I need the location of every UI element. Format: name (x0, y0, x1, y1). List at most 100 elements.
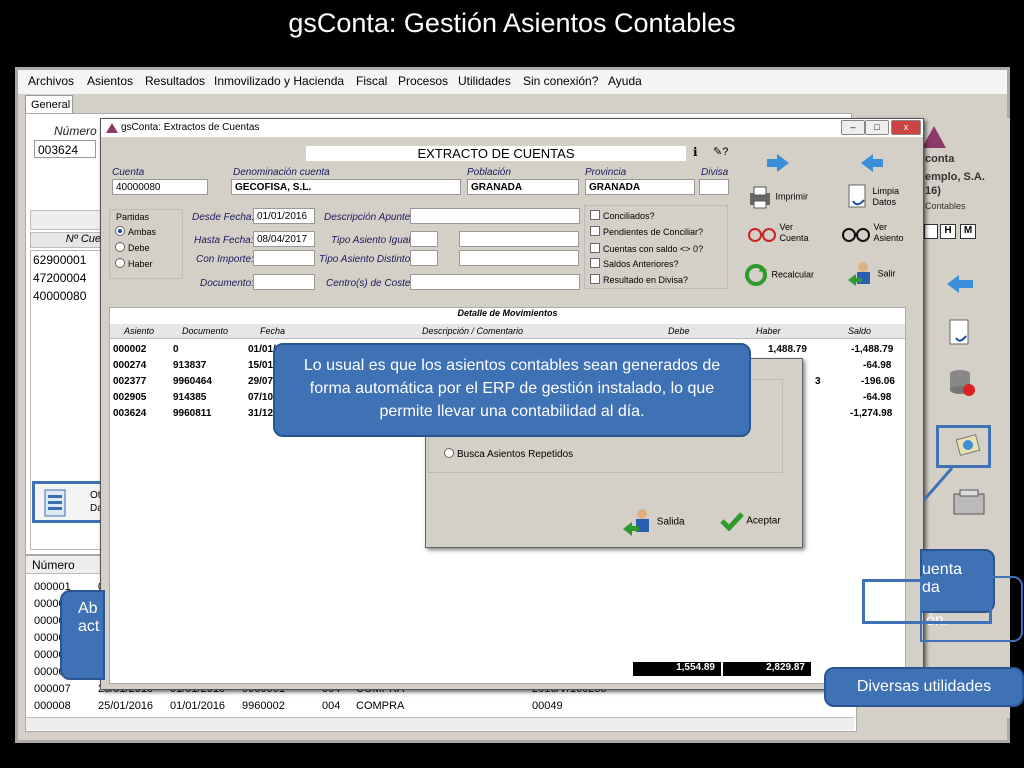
cell: 0 (173, 344, 179, 355)
menu-archivos[interactable]: Archivos (28, 74, 74, 88)
imprimir-button[interactable]: Imprimir (747, 185, 808, 209)
close-button[interactable]: x (891, 120, 921, 135)
check-pendientes[interactable]: Pendientes de Conciliar? (590, 226, 703, 237)
aceptar-label: Aceptar (746, 515, 781, 527)
exit-user-icon (848, 262, 870, 286)
exit-user-icon (623, 509, 649, 536)
table-row[interactable]: 000008 25/01/2016 01/01/2016 9960002 004 COMP… (30, 700, 850, 717)
form-icon (44, 489, 66, 517)
radio-ambas[interactable]: Ambas (115, 226, 156, 237)
documento-field[interactable] (253, 274, 315, 290)
salida-button[interactable]: Salida (622, 507, 685, 537)
salir-label: Salir (877, 268, 896, 279)
dialog-titlebar[interactable]: gsConta: Extractos de Cuentas – □ x (101, 119, 923, 137)
ver-asiento-button[interactable]: Ver Asiento (841, 222, 904, 244)
tipo-igual-desc-field[interactable] (459, 231, 579, 247)
col-documento[interactable]: Documento (182, 326, 228, 336)
salida-label: Salida (656, 516, 685, 528)
horizontal-scrollbar[interactable] (26, 717, 854, 730)
printer-icon (750, 186, 770, 209)
radio-haber[interactable]: Haber (115, 258, 153, 269)
col-asiento[interactable]: Asiento (124, 326, 154, 336)
con-importe-field[interactable] (253, 250, 315, 266)
recalcular-label: Recalcular (771, 269, 815, 280)
info-icon[interactable]: ℹ (693, 145, 698, 159)
filters-group: Conciliados? Pendientes de Conciliar? Cu… (584, 205, 728, 289)
button-m[interactable]: M (960, 224, 976, 239)
menu-asientos[interactable]: Asientos (87, 74, 133, 88)
arrow-left-icon[interactable] (859, 153, 885, 173)
check-saldos-anteriores[interactable]: Saldos Anteriores? (590, 258, 679, 269)
aceptar-button[interactable]: Aceptar (720, 511, 781, 531)
check-conciliados[interactable]: Conciliados? (590, 210, 655, 221)
list-item[interactable]: 47200004 (33, 269, 104, 287)
datos-label: Datos (872, 197, 897, 207)
cell: 9960002 (242, 700, 285, 712)
menu-sin-conexion[interactable]: Sin conexión? (523, 74, 598, 88)
cuenta-column-header[interactable]: Nº Cue (30, 232, 105, 248)
check-saldo[interactable]: Cuentas con saldo <> 0? (590, 243, 703, 254)
radio-haber-label: Haber (128, 259, 153, 269)
ver-cuenta-button[interactable]: Ver Cuenta (747, 222, 809, 244)
cell: 002905 (113, 392, 147, 403)
maximize-button[interactable]: □ (865, 120, 889, 135)
extracto-header: EXTRACTO DE CUENTAS (306, 146, 686, 161)
poblacion-label: Población (467, 167, 511, 178)
list-toolbar (30, 210, 107, 230)
tipo-distinto-field[interactable] (410, 250, 438, 266)
tipo-distinto-desc-field[interactable] (459, 250, 579, 266)
company-logo-icon (922, 126, 946, 148)
menu-resultados[interactable]: Resultados (145, 74, 205, 88)
document-icon[interactable] (948, 318, 972, 348)
recalcular-button[interactable]: Recalcular (743, 262, 814, 288)
list-item[interactable]: 62900001 (33, 251, 104, 269)
ver-label: Ver (873, 222, 888, 232)
arrow-right-icon[interactable] (765, 153, 791, 173)
desde-fecha-field[interactable]: 01/01/2016 (253, 208, 315, 224)
denominacion-field[interactable]: GECOFISA, S.L. (231, 179, 461, 195)
centros-coste-field[interactable] (410, 274, 580, 290)
menu-fiscal[interactable]: Fiscal (356, 74, 387, 88)
database-delete-icon[interactable] (948, 368, 976, 398)
imprimir-label: Imprimir (775, 191, 809, 202)
help-icon[interactable]: ✎? (713, 145, 728, 158)
radio-debe[interactable]: Debe (115, 242, 150, 253)
col-saldo[interactable]: Saldo (848, 326, 871, 336)
menu-procesos[interactable]: Procesos (398, 74, 448, 88)
hasta-fecha-field[interactable]: 08/04/2017 (253, 231, 315, 247)
provincia-field[interactable]: GRANADA (585, 179, 695, 195)
check-divisa[interactable]: Resultado en Divisa? (590, 274, 688, 285)
radio-busca-repetidos[interactable]: Busca Asientos Repetidos (444, 448, 573, 460)
cell: 002377 (113, 376, 147, 387)
cell: 004 (322, 700, 341, 712)
cuenta-field[interactable]: 40000080 (112, 179, 208, 195)
col-haber[interactable]: Haber (756, 326, 781, 336)
numero-field[interactable]: 003624 (34, 140, 96, 158)
cell: 25/01/2016 (98, 700, 154, 712)
descripcion-apunte-field[interactable] (410, 208, 580, 224)
tipo-distinto-label: Tipo Asiento Distinto: (319, 254, 414, 265)
col-fecha[interactable]: Fecha (260, 326, 285, 336)
col-debe[interactable]: Debe (668, 326, 690, 336)
centros-coste-label: Centro(s) de Coste: (326, 278, 414, 289)
poblacion-field[interactable]: GRANADA (467, 179, 579, 195)
divisa-field[interactable] (699, 179, 729, 195)
cell: 1,488.79 (768, 344, 807, 355)
cell: COMPRA (356, 700, 405, 712)
button-h[interactable]: H (940, 224, 956, 239)
menu-utilidades[interactable]: Utilidades (458, 74, 511, 88)
tipo-igual-field[interactable] (410, 231, 438, 247)
tab-general[interactable]: General (25, 95, 73, 113)
salir-button[interactable]: Salir (847, 260, 896, 288)
menu-ayuda[interactable]: Ayuda (608, 74, 642, 88)
cuenta-label: Cuenta (112, 167, 145, 178)
minimize-button[interactable]: – (841, 120, 865, 135)
left-callout-text-b: act (78, 618, 100, 635)
col-descripcion[interactable]: Descripción / Comentario (422, 326, 523, 336)
list-item[interactable]: 40000080 (33, 287, 104, 305)
app-logo-icon (106, 123, 118, 133)
small-button[interactable] (924, 224, 938, 239)
menu-inmovilizado[interactable]: Inmovilizado y Hacienda (214, 74, 344, 88)
limpia-datos-button[interactable]: Limpia Datos (846, 183, 899, 211)
arrow-left-icon[interactable] (945, 273, 975, 295)
